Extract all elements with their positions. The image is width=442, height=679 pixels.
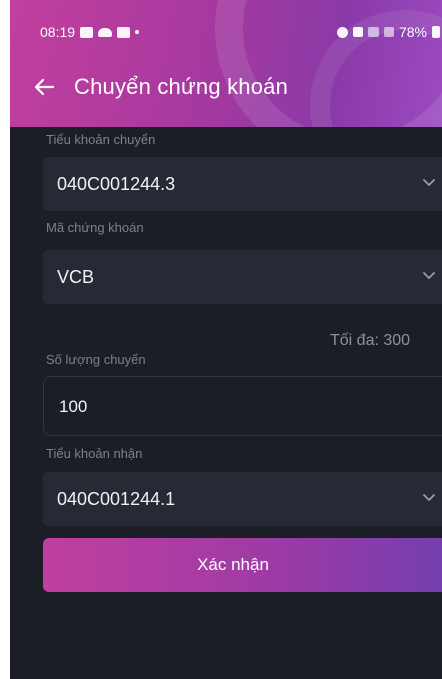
stock-code-value: VCB (57, 266, 95, 287)
page-title: Chuyển chứng khoán (74, 74, 289, 99)
source-account-value: 040C001244.3 (57, 173, 176, 194)
confirm-button[interactable]: Xác nhận (43, 538, 442, 592)
battery-icon (432, 26, 440, 38)
status-time: 08:19 (40, 24, 76, 40)
message-notification-icon (117, 26, 131, 38)
stock-code-label: Mã chứng khoán (46, 220, 144, 235)
status-bar-left: 08:19 (40, 24, 140, 40)
source-account-select[interactable]: 040C001244.3 (43, 157, 442, 211)
battery-level: 78% (398, 24, 427, 40)
status-bar-right: 78% (336, 24, 440, 40)
title-bar: Chuyển chứng khoán (10, 68, 442, 106)
source-account-label: Tiểu khoản chuyển (46, 132, 156, 147)
target-account-label: Tiểu khoản nhận (46, 446, 143, 461)
chevron-down-icon (423, 494, 435, 501)
back-button[interactable] (32, 75, 56, 99)
quantity-field (43, 376, 442, 436)
cloud-notification-icon (98, 27, 113, 37)
stock-code-select[interactable]: VCB (43, 250, 442, 304)
chevron-down-icon (423, 272, 435, 279)
gallery-notification-icon (80, 26, 94, 38)
quantity-label: Số lượng chuyển (46, 352, 146, 367)
wifi-calling-icon (352, 27, 363, 37)
more-notifications-dot-icon (135, 30, 140, 34)
max-quantity-text: Tối đa: 300 (330, 332, 411, 349)
app-header: 08:19 78% Chuyển chứng khoán (10, 0, 442, 127)
target-account-select[interactable]: 040C001244.1 (43, 472, 442, 526)
confirm-button-label: Xác nhận (197, 555, 269, 574)
wifi-signal-icon (367, 27, 379, 37)
status-bar: 08:19 78% (10, 0, 442, 62)
app-screen: 08:19 78% Chuyển chứng khoán Tiểu khoản … (10, 0, 442, 679)
target-account-value: 040C001244.1 (57, 488, 176, 509)
chevron-down-icon (423, 179, 435, 186)
alarm-icon (336, 26, 348, 38)
cellular-signal-icon (383, 27, 394, 37)
quantity-input[interactable] (57, 387, 441, 427)
back-arrow-icon (34, 78, 55, 96)
